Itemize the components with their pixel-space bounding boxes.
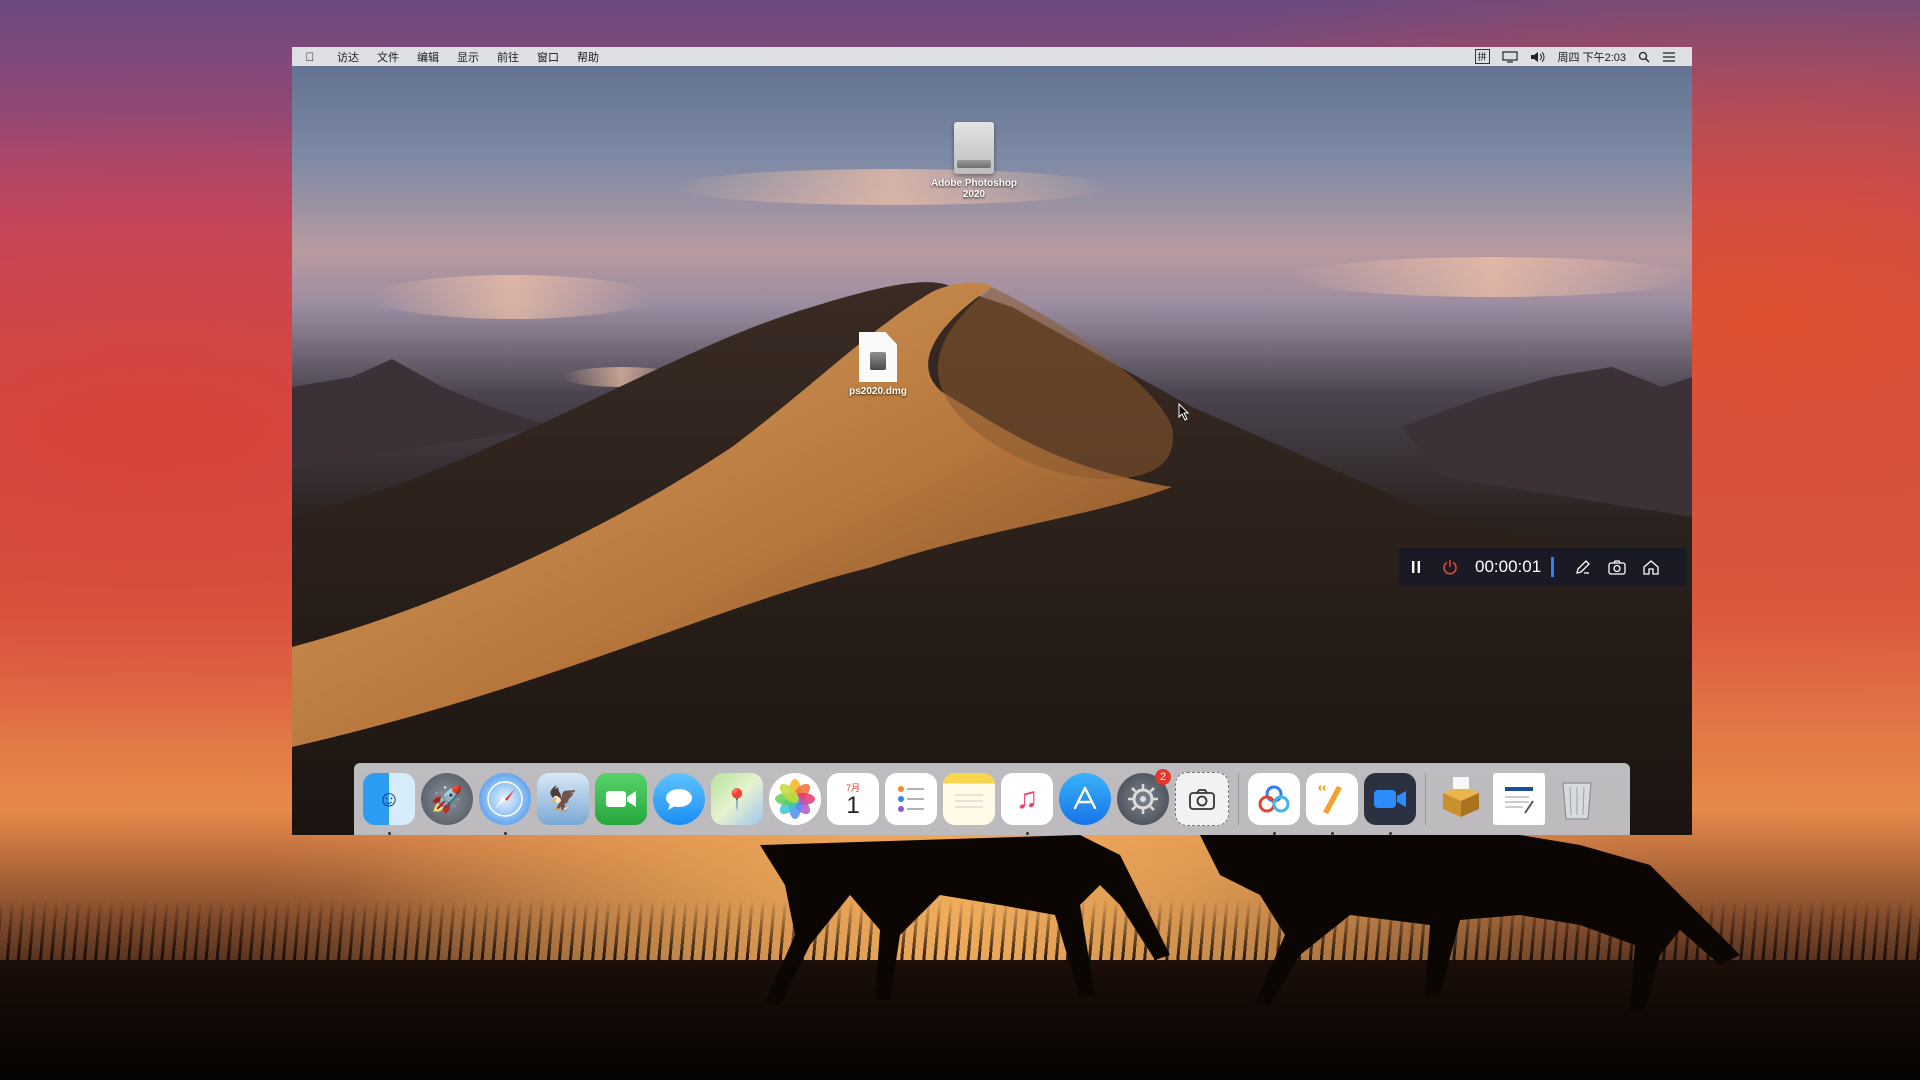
menu-view[interactable]: 显示 xyxy=(448,49,488,65)
dock-item-app-store[interactable] xyxy=(1059,773,1111,825)
notification-badge: 2 xyxy=(1155,769,1171,785)
dock-item-pages[interactable] xyxy=(1306,773,1358,835)
messages-icon xyxy=(666,789,692,810)
screen-recorder-toolbar: 00:00:01 xyxy=(1399,548,1687,586)
dock: ☺ 🚀 🦅 📍 7月 1 ♫ 2 xyxy=(354,763,1630,835)
menu-edit[interactable]: 编辑 xyxy=(408,49,448,65)
mail-icon: 🦅 xyxy=(548,785,578,813)
pen-document-icon xyxy=(1318,785,1342,814)
menu-go[interactable]: 前往 xyxy=(488,49,528,65)
notes-icon xyxy=(955,794,983,808)
dock-item-notes[interactable] xyxy=(943,773,995,825)
home-icon[interactable] xyxy=(1634,550,1668,584)
running-indicator xyxy=(1388,832,1392,835)
running-indicator xyxy=(503,832,507,835)
cloud-rings-icon xyxy=(1258,785,1290,813)
video-camera-icon xyxy=(1374,790,1406,808)
running-indicator xyxy=(387,832,391,835)
dock-item-finder[interactable]: ☺ xyxy=(363,773,415,835)
volume-icon[interactable] xyxy=(1524,51,1552,63)
power-icon[interactable] xyxy=(1433,550,1467,584)
camera-icon[interactable] xyxy=(1600,550,1634,584)
launchpad-icon: 🚀 xyxy=(430,783,464,814)
dock-item-facetime[interactable] xyxy=(595,773,647,825)
menu-window[interactable]: 窗口 xyxy=(528,49,568,65)
menu-help[interactable]: 帮助 xyxy=(568,49,608,65)
safari-icon xyxy=(487,781,523,817)
dock-item-installer[interactable] xyxy=(1435,773,1487,825)
finder-icon: ☺ xyxy=(377,786,401,811)
calendar-day: 1 xyxy=(846,791,860,819)
display-mirror-icon[interactable] xyxy=(1496,50,1524,63)
menu-bar:  访达 文件 编辑 显示 前往 窗口 帮助 拼 周四 下午2:03 xyxy=(292,47,1692,66)
dock-item-zoom[interactable] xyxy=(1364,773,1416,835)
music-icon: ♫ xyxy=(1015,782,1039,815)
desktop-icon-label: Adobe Photoshop 2020 xyxy=(930,178,1018,200)
running-indicator xyxy=(1272,832,1276,835)
photos-icon xyxy=(775,779,815,819)
running-indicator xyxy=(1025,832,1029,835)
menu-finder[interactable]: 访达 xyxy=(328,49,368,65)
apple-logo-icon[interactable]:  xyxy=(292,50,328,64)
desktop-icon-dmg-file[interactable]: ps2020.dmg xyxy=(823,332,933,397)
recorder-divider xyxy=(1551,557,1555,577)
document-icon xyxy=(1505,787,1534,814)
input-method-indicator[interactable]: 拼 xyxy=(1474,49,1490,64)
dock-item-reminders[interactable] xyxy=(885,773,937,825)
mouse-cursor-icon xyxy=(1178,403,1190,421)
search-icon[interactable] xyxy=(1632,51,1656,63)
dock-item-safari[interactable] xyxy=(479,773,531,835)
dock-item-baidu-netdisk[interactable] xyxy=(1248,773,1300,835)
dock-item-maps[interactable]: 📍 xyxy=(711,773,763,825)
dock-item-system-preferences[interactable]: 2 xyxy=(1117,769,1171,825)
desktop-icon-label: ps2020.dmg xyxy=(849,386,907,397)
trash-icon xyxy=(1562,782,1592,820)
dock-separator xyxy=(1425,773,1426,825)
recording-timer: 00:00:01 xyxy=(1475,557,1542,576)
screenshot-icon xyxy=(1189,789,1215,810)
disk-image-volume-icon xyxy=(954,122,994,174)
dock-item-calendar[interactable]: 7月 1 xyxy=(827,773,879,825)
horse-silhouettes xyxy=(760,835,1740,1010)
menu-file[interactable]: 文件 xyxy=(368,49,408,65)
maps-icon: 📍 xyxy=(724,788,750,811)
facetime-icon xyxy=(606,791,636,807)
dock-item-screenshot[interactable] xyxy=(1175,772,1229,826)
pause-icon[interactable] xyxy=(1399,550,1433,584)
dmg-file-icon xyxy=(859,332,897,382)
dock-item-music[interactable]: ♫ xyxy=(1001,773,1053,835)
pen-icon[interactable] xyxy=(1566,550,1600,584)
dock-separator xyxy=(1238,773,1239,825)
package-icon xyxy=(1443,777,1479,817)
gear-icon xyxy=(1128,784,1158,814)
recorded-screen:  访达 文件 编辑 显示 前往 窗口 帮助 拼 周四 下午2:03 Adobe… xyxy=(292,47,1692,835)
dock-item-launchpad[interactable]: 🚀 xyxy=(421,773,473,825)
menu-clock[interactable]: 周四 下午2:03 xyxy=(1552,49,1632,65)
reminders-icon xyxy=(898,786,924,812)
desktop-icon-photoshop-volume[interactable]: Adobe Photoshop 2020 xyxy=(919,122,1029,200)
dock-item-messages[interactable] xyxy=(653,773,705,825)
dock-item-photos[interactable] xyxy=(769,773,821,825)
dock-item-trash[interactable] xyxy=(1551,773,1603,825)
running-indicator xyxy=(1330,832,1334,835)
dock-item-mail[interactable]: 🦅 xyxy=(537,773,589,825)
dock-item-document[interactable] xyxy=(1493,773,1545,825)
list-icon[interactable] xyxy=(1656,51,1682,63)
app-store-icon xyxy=(1073,786,1097,810)
